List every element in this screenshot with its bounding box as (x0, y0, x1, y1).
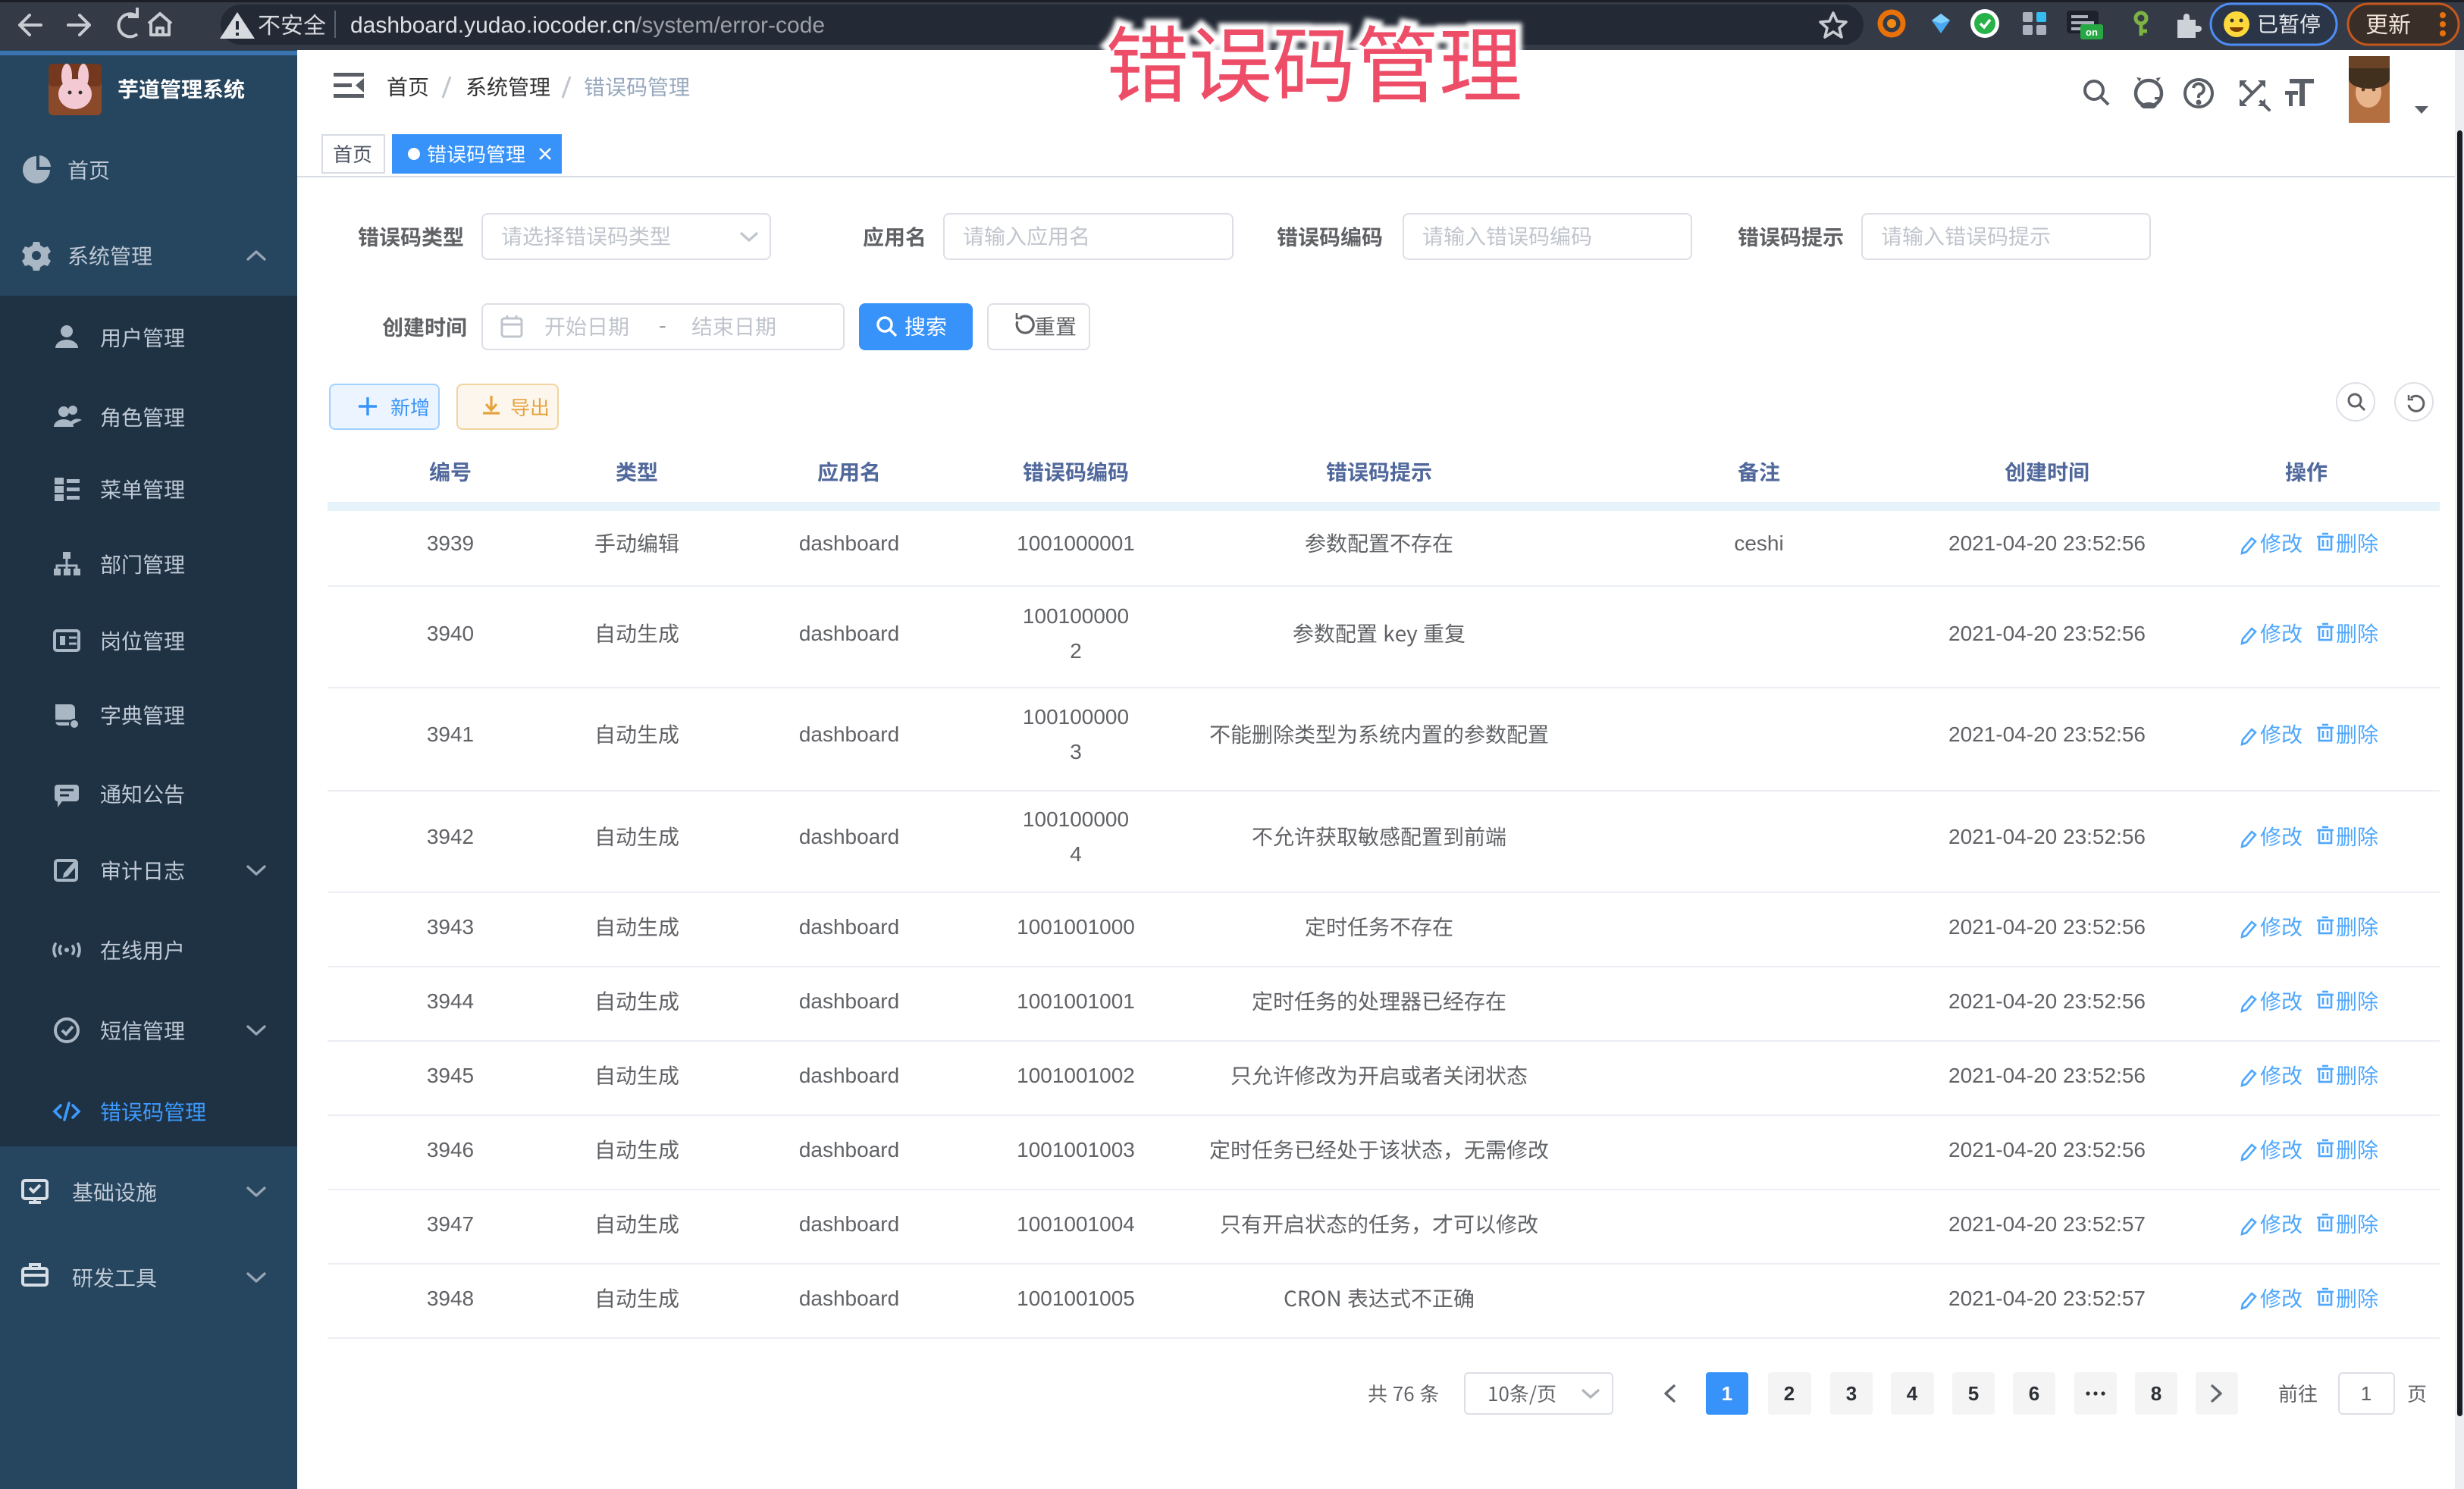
svg-text:dashboard.yudao.iocoder.cn: dashboard.yudao.iocoder.cn (350, 13, 636, 38)
svg-text:100100000: 100100000 (1023, 604, 1129, 628)
svg-text:100100000: 100100000 (1023, 705, 1129, 729)
svg-text:2: 2 (1784, 1382, 1795, 1405)
svg-text:1001001003: 1001001003 (1017, 1138, 1135, 1161)
svg-text:2021-04-20 23:52:57: 2021-04-20 23:52:57 (1948, 1212, 2146, 1236)
svg-text:3944: 3944 (427, 989, 474, 1013)
svg-text:3947: 3947 (427, 1212, 474, 1236)
svg-text:6: 6 (2029, 1382, 2039, 1405)
svg-text:2021-04-20 23:52:56: 2021-04-20 23:52:56 (1948, 1138, 2146, 1161)
svg-text:dashboard: dashboard (799, 1138, 899, 1161)
svg-text:1001001001: 1001001001 (1017, 989, 1135, 1013)
svg-text:ceshi: ceshi (1734, 531, 1783, 555)
svg-text:dashboard: dashboard (799, 723, 899, 746)
svg-text:2021-04-20 23:52:56: 2021-04-20 23:52:56 (1948, 1064, 2146, 1087)
svg-text:3941: 3941 (427, 723, 474, 746)
svg-text:dashboard: dashboard (799, 531, 899, 555)
svg-text:on: on (2086, 27, 2098, 38)
svg-text:dashboard: dashboard (799, 1064, 899, 1087)
svg-text:2021-04-20 23:52:57: 2021-04-20 23:52:57 (1948, 1287, 2146, 1310)
svg-text:1: 1 (2361, 1382, 2372, 1405)
svg-text:100100000: 100100000 (1023, 807, 1129, 831)
svg-text:4: 4 (1070, 842, 1082, 866)
svg-text:dashboard: dashboard (799, 915, 899, 939)
svg-text:1001001004: 1001001004 (1017, 1212, 1135, 1236)
svg-text:dashboard: dashboard (799, 825, 899, 848)
svg-text:3946: 3946 (427, 1138, 474, 1161)
svg-text:1001001002: 1001001002 (1017, 1064, 1135, 1087)
svg-text:5: 5 (1968, 1382, 1979, 1405)
svg-text:2021-04-20 23:52:56: 2021-04-20 23:52:56 (1948, 723, 2146, 746)
svg-text:dashboard: dashboard (799, 989, 899, 1013)
svg-text:dashboard: dashboard (799, 1212, 899, 1236)
svg-text:2021-04-20 23:52:56: 2021-04-20 23:52:56 (1948, 989, 2146, 1013)
svg-text:8: 8 (2151, 1382, 2161, 1405)
svg-text:3940: 3940 (427, 622, 474, 645)
svg-text:1001001000: 1001001000 (1017, 915, 1135, 939)
svg-text:2021-04-20 23:52:56: 2021-04-20 23:52:56 (1948, 915, 2146, 939)
svg-text:1001001005: 1001001005 (1017, 1287, 1135, 1310)
svg-text:dashboard: dashboard (799, 1287, 899, 1310)
svg-text:3: 3 (1070, 740, 1082, 763)
svg-text:3945: 3945 (427, 1064, 474, 1087)
svg-text:1001000001: 1001000001 (1017, 531, 1135, 555)
svg-text:3942: 3942 (427, 825, 474, 848)
svg-text:2021-04-20 23:52:56: 2021-04-20 23:52:56 (1948, 622, 2146, 645)
svg-text:2: 2 (1070, 639, 1082, 663)
svg-text:2021-04-20 23:52:56: 2021-04-20 23:52:56 (1948, 825, 2146, 848)
svg-text:dashboard: dashboard (799, 622, 899, 645)
svg-text:3939: 3939 (427, 531, 474, 555)
svg-text:4: 4 (1907, 1382, 1918, 1405)
svg-text:3: 3 (1846, 1382, 1857, 1405)
svg-text:1: 1 (1722, 1382, 1732, 1405)
svg-text:3948: 3948 (427, 1287, 474, 1310)
svg-text:3943: 3943 (427, 915, 474, 939)
svg-text:/system/error-code: /system/error-code (635, 13, 825, 38)
svg-text:2021-04-20 23:52:56: 2021-04-20 23:52:56 (1948, 531, 2146, 555)
